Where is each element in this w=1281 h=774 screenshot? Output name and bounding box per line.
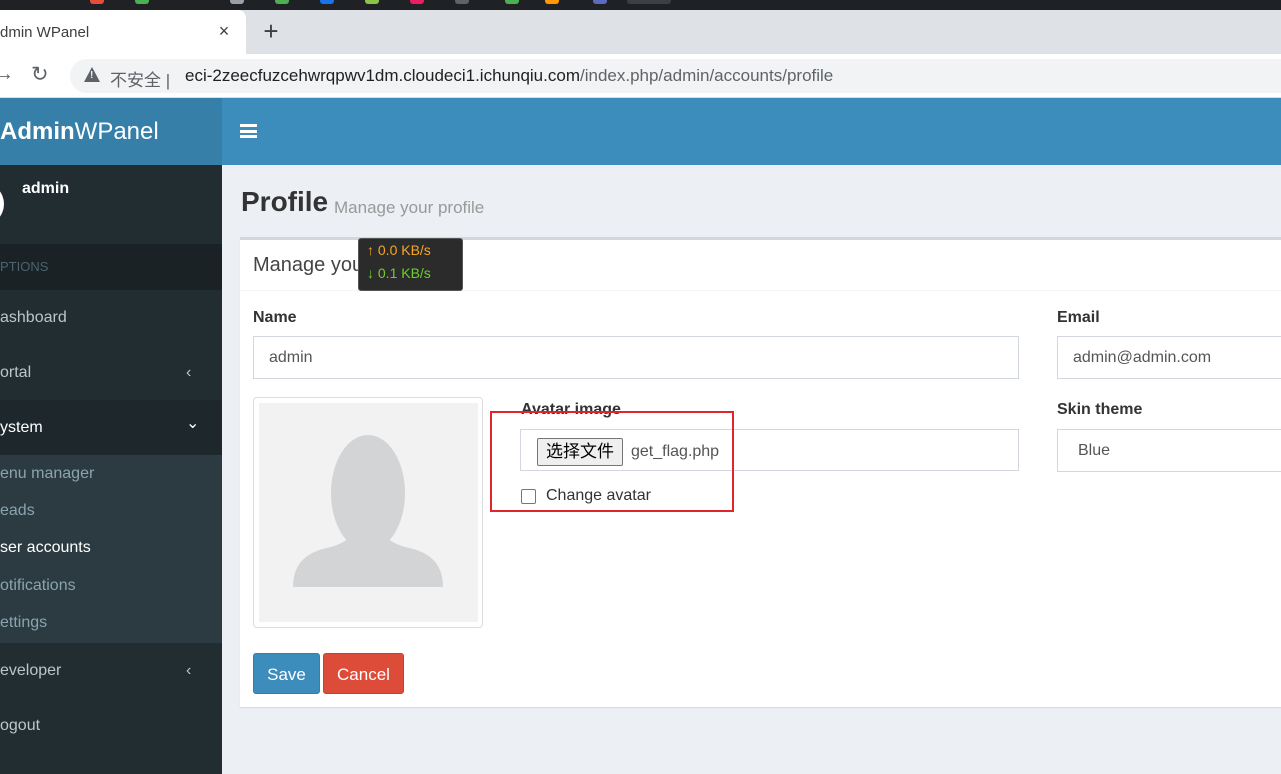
pinned-tab-icon[interactable] [320, 0, 334, 4]
sidebar-item-label: ashboard [0, 309, 67, 326]
pinned-tab-icon[interactable] [505, 0, 519, 4]
close-icon[interactable]: × [214, 21, 234, 41]
tab-strip-top-bar [0, 0, 1281, 10]
user-panel: admin [0, 165, 222, 244]
pinned-tab-icon[interactable] [545, 0, 559, 4]
skin-theme-label: Skin theme [1057, 401, 1143, 418]
pinned-tab-icon[interactable] [275, 0, 289, 4]
sidebar-section-header: PTIONS [0, 244, 222, 290]
sidebar-subitem-heads[interactable]: eads [0, 492, 222, 529]
page-subtitle: Manage your profile [334, 198, 485, 217]
pinned-tab-icon[interactable] [410, 0, 424, 4]
url-text[interactable]: eci-2zeecfuzcehwrqpwv1dm.cloudeci1.ichun… [185, 66, 833, 86]
email-input[interactable]: admin@admin.com [1057, 336, 1281, 379]
address-bar[interactable]: 不安全 | eci-2zeecfuzcehwrqpwv1dm.cloudeci1… [70, 59, 1281, 93]
user-name: admin [22, 180, 70, 197]
page-title: Profile [241, 186, 329, 217]
tab-title: dmin WPanel [0, 24, 90, 41]
menu-toggle-icon[interactable] [240, 124, 257, 138]
sidebar-item-label: ystem [0, 419, 43, 436]
network-speed-overlay: ↑ 0.0 KB/s ↓ 0.1 KB/s [358, 238, 463, 291]
sidebar-subitem-user-accounts[interactable]: ser accounts [0, 529, 222, 566]
avatar [0, 182, 4, 226]
sidebar-item-logout[interactable]: ogout [0, 698, 222, 753]
sidebar-item-label: eveloper [0, 662, 62, 679]
system-submenu: enu manager eads ser accounts otificatio… [0, 455, 222, 643]
logo-bold: Admin [0, 118, 75, 145]
url-path: /index.php/admin/accounts/profile [579, 66, 834, 85]
chevron-left-icon: ‹ [186, 364, 192, 381]
highlight-annotation [490, 411, 734, 512]
save-button[interactable]: Save [253, 653, 320, 694]
browser-tab-strip: dmin WPanel × + [0, 0, 1281, 54]
pinned-tab-icon[interactable] [135, 0, 149, 4]
sidebar-item-label: ogout [0, 717, 41, 734]
warning-icon[interactable] [84, 67, 100, 82]
new-tab-button[interactable]: + [258, 18, 284, 45]
avatar-placeholder-image [259, 403, 478, 622]
download-speed: ↓ 0.1 KB/s [367, 265, 431, 281]
cancel-button[interactable]: Cancel [323, 653, 404, 694]
sidebar-item-label: ortal [0, 364, 32, 381]
browser-toolbar: → ↻ 不安全 | eci-2zeecfuzcehwrqpwv1dm.cloud… [0, 54, 1281, 98]
sidebar-item-dashboard[interactable]: ashboard [0, 290, 222, 345]
logo-rest: WPanel [74, 118, 159, 145]
sidebar-item-developer[interactable]: eveloper ‹ [0, 643, 222, 698]
pinned-tab-icon[interactable] [365, 0, 379, 4]
logo[interactable]: AdminWPanel [0, 98, 222, 165]
pinned-tab-icon[interactable] [593, 0, 607, 4]
forward-icon[interactable]: → [0, 63, 14, 86]
sidebar-item-system[interactable]: ystem ⌄ [0, 400, 222, 455]
upload-speed: ↑ 0.0 KB/s [367, 242, 431, 258]
skin-theme-select[interactable]: Blue [1057, 429, 1281, 472]
pinned-tab-icon[interactable] [230, 0, 244, 4]
sidebar-subitem-settings[interactable]: ettings [0, 604, 222, 641]
pinned-tab-icon[interactable] [90, 0, 104, 4]
sidebar-subitem-menu-manager[interactable]: enu manager [0, 455, 222, 492]
chevron-left-icon: ‹ [186, 662, 192, 679]
reload-icon[interactable]: ↻ [31, 62, 49, 87]
avatar-preview [253, 397, 483, 628]
active-tab[interactable]: dmin WPanel × [0, 10, 246, 54]
user-silhouette-icon [293, 435, 443, 587]
top-navbar [222, 98, 1281, 165]
sidebar-item-portal[interactable]: ortal ‹ [0, 345, 222, 400]
chevron-down-icon: ⌄ [186, 415, 200, 432]
sidebar-subitem-notifications[interactable]: otifications [0, 567, 222, 604]
pinned-tab-icon[interactable] [455, 0, 469, 4]
name-label: Name [253, 309, 297, 326]
name-input[interactable]: admin [253, 336, 1019, 379]
pinned-tab-icon[interactable] [627, 0, 671, 4]
sidebar: AdminWPanel admin PTIONS ashboard ortal … [0, 98, 222, 774]
insecure-label: 不安全 | [110, 71, 171, 90]
url-host: eci-2zeecfuzcehwrqpwv1dm.cloudeci1.ichun… [185, 66, 580, 85]
email-label: Email [1057, 309, 1100, 326]
